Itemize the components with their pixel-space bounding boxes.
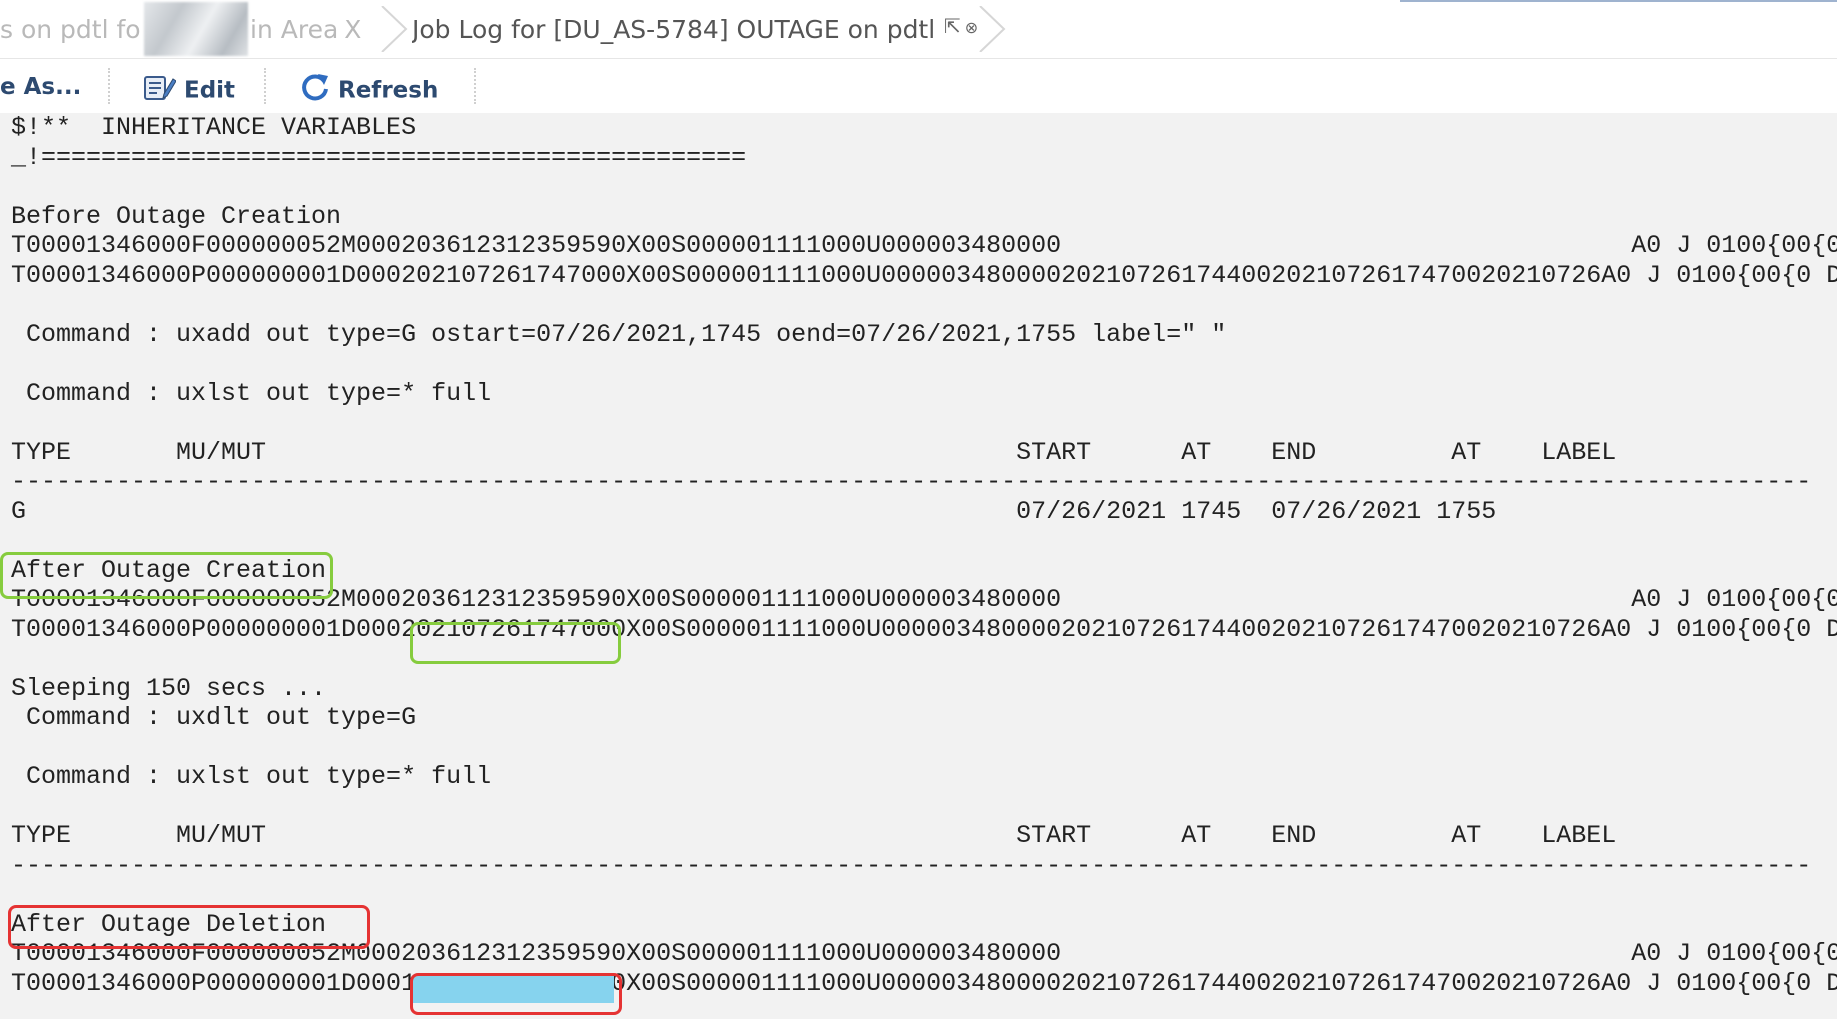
close-icon[interactable]: X xyxy=(344,15,361,44)
toolbar-divider xyxy=(474,68,476,104)
highlight-after-deletion xyxy=(8,905,370,949)
external-link-icon[interactable]: ⇱ xyxy=(944,14,961,38)
log-line: Sleeping 150 secs ... xyxy=(11,673,327,703)
log-line: G 07/26/2021 1745 07/26/2021 1755 xyxy=(11,496,1497,526)
tab-previous-job[interactable]: s on pdtl for xyxy=(0,10,140,50)
refresh-button[interactable]: Refresh xyxy=(300,72,439,104)
toolbar: e As... Edit Refresh xyxy=(0,60,1837,112)
log-line: _!======================================… xyxy=(11,142,747,172)
tab-area[interactable]: in Area X xyxy=(250,10,370,50)
edit-button[interactable]: Edit xyxy=(142,72,236,104)
log-line: TYPE MU/MUT START AT END AT LABEL xyxy=(11,821,1617,850)
log-line: ----------------------------------------… xyxy=(11,850,1812,880)
log-line: T00001346000P000000001D00010000611043210… xyxy=(11,968,1837,998)
tab-job-log-label: Job Log for [DU_AS-5784] OUTAGE on pdtl xyxy=(412,15,936,44)
log-line: Command : uxdlt out type=G xyxy=(11,703,417,732)
tab-separator xyxy=(978,6,1006,52)
tab-job-log-icons: ⇱ ⊗ xyxy=(944,14,978,38)
tab-previous-job-label: s on pdtl for xyxy=(0,15,140,44)
log-line: T00001346000P000000001D00020210726174700… xyxy=(11,614,1837,644)
toolbar-divider xyxy=(108,68,110,104)
highlight-deletion-timestamp xyxy=(410,973,622,1015)
refresh-label: Refresh xyxy=(338,77,439,104)
log-line: Command : uxadd out type=G ostart=07/26/… xyxy=(11,319,1227,349)
edit-label: Edit xyxy=(184,77,236,104)
blurred-thumbnail xyxy=(144,2,248,56)
log-line: ----------------------------------------… xyxy=(11,467,1812,496)
log-line: T00001346000F000000052M00020361231235959… xyxy=(11,231,1837,260)
log-line: T00001346000P000000001D00020210726174700… xyxy=(11,260,1837,290)
save-as-button[interactable]: e As... xyxy=(0,72,81,102)
close-icon[interactable]: ⊗ xyxy=(965,18,978,37)
job-log-output[interactable]: $!** INHERITANCE VARIABLES _!===========… xyxy=(0,113,1837,1019)
highlight-creation-timestamp xyxy=(410,622,621,664)
tab-separator xyxy=(380,6,408,52)
log-line: Command : uxlst out type=* full xyxy=(11,762,492,791)
log-line: Before Outage Creation xyxy=(11,201,342,231)
log-line: $!** INHERITANCE VARIABLES xyxy=(11,113,417,142)
tab-bar: s on pdtl for in Area X Job Log for [DU_A… xyxy=(0,0,1837,59)
save-as-label: e As... xyxy=(0,74,82,100)
refresh-icon xyxy=(300,72,330,110)
log-line: TYPE MU/MUT START AT END AT LABEL xyxy=(11,437,1617,467)
log-line: Command : uxlst out type=* full xyxy=(11,378,492,408)
highlight-after-creation xyxy=(0,552,333,599)
tab-job-log[interactable]: Job Log for [DU_AS-5784] OUTAGE on pdtl xyxy=(412,10,972,50)
tab-bar-accent-line xyxy=(1400,0,1837,2)
toolbar-divider xyxy=(264,68,266,104)
tab-area-label: in Area xyxy=(250,15,339,44)
edit-icon xyxy=(142,72,177,110)
